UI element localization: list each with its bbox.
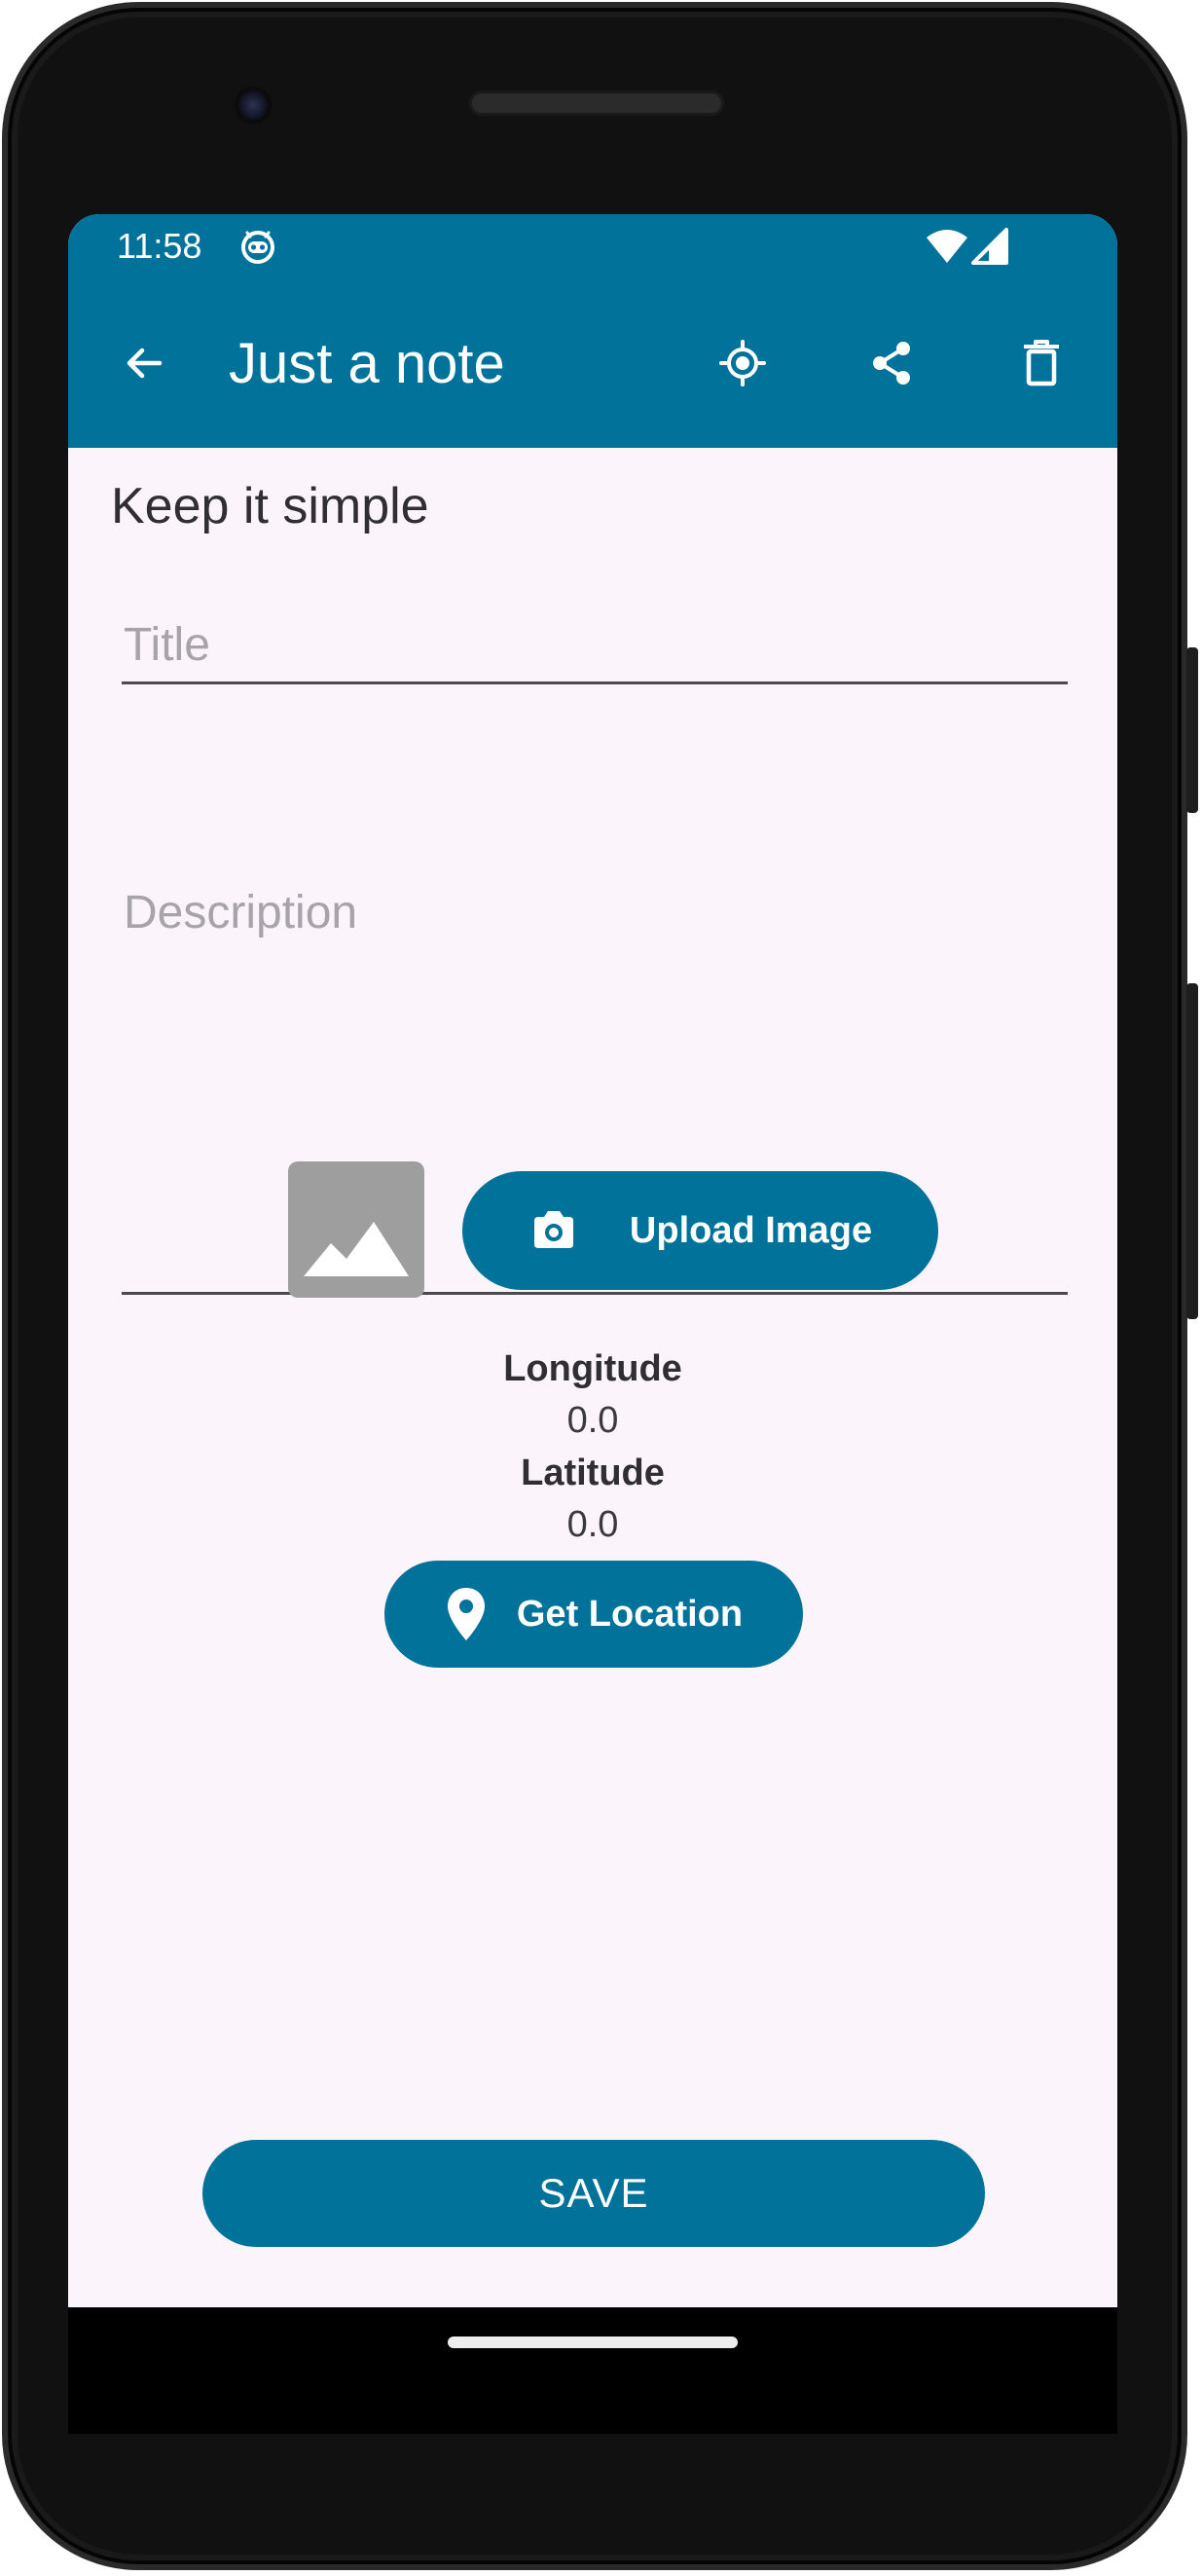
save-button[interactable]: SAVE: [202, 2140, 985, 2247]
cell-signal-icon: [971, 228, 1008, 265]
app-screen: 11:58 Just a note Keep it simple Title D…: [68, 214, 1117, 2307]
arrow-back-icon: [127, 348, 163, 379]
page-title: Just a note: [229, 332, 505, 395]
share-icon: [873, 342, 910, 385]
robot-notification-icon: [241, 231, 274, 264]
longitude-value: 0.0: [566, 1400, 619, 1441]
get-location-button[interactable]: Get Location: [384, 1561, 803, 1668]
longitude-label: Longitude: [503, 1348, 682, 1389]
subtitle-text: Keep it simple: [111, 478, 429, 534]
latitude-label: Latitude: [521, 1453, 665, 1493]
share-button[interactable]: [853, 324, 930, 402]
home-gesture-handle[interactable]: [448, 2337, 738, 2348]
get-location-label: Get Location: [516, 1593, 744, 1635]
volume-rocker: [1186, 983, 1198, 1319]
save-label: SAVE: [538, 2170, 649, 2216]
image-placeholder-icon: [304, 1222, 409, 1276]
upload-image-button[interactable]: Upload Image: [462, 1171, 938, 1290]
my-location-button[interactable]: [704, 324, 782, 402]
location-pin-icon: [447, 1588, 485, 1640]
status-bar: 11:58: [68, 214, 1117, 280]
camera-icon: [533, 1211, 573, 1248]
my-location-icon: [719, 340, 766, 386]
front-camera: [234, 86, 273, 125]
app-bar: Just a note: [68, 280, 1117, 448]
delete-button[interactable]: [1002, 324, 1080, 402]
power-button: [1186, 647, 1198, 813]
latitude-value: 0.0: [566, 1504, 619, 1545]
image-preview: [288, 1161, 424, 1298]
upload-image-label: Upload Image: [629, 1209, 873, 1251]
earpiece-speaker: [469, 91, 724, 116]
gesture-nav-bar: [68, 2307, 1117, 2434]
status-time: 11:58: [117, 226, 202, 266]
title-input[interactable]: [122, 608, 1068, 684]
back-button[interactable]: [105, 324, 183, 402]
wifi-icon: [927, 230, 967, 263]
delete-icon: [1024, 340, 1059, 386]
